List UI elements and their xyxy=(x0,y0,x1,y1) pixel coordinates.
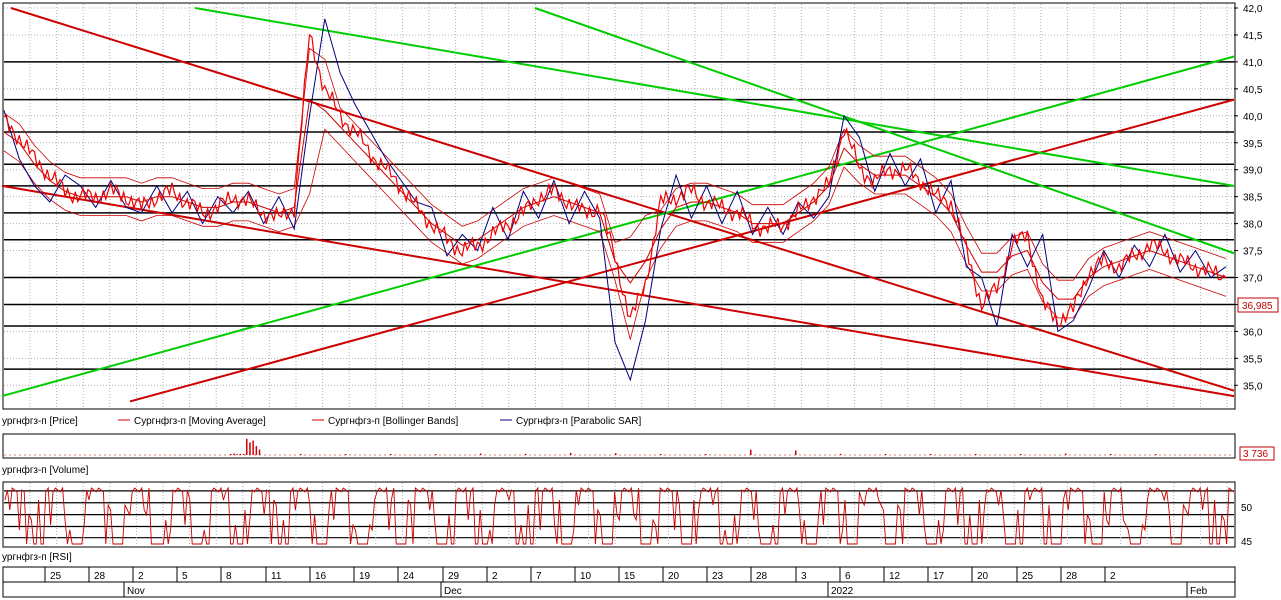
price-tick-label: 40,5 xyxy=(1243,85,1263,96)
price-tick-label: 39,0 xyxy=(1243,166,1263,177)
date-day-label: 23 xyxy=(712,571,724,582)
price-tick-label: 40,0 xyxy=(1243,112,1263,123)
price-tick-label: 39,5 xyxy=(1243,139,1263,150)
legend-parabolic-sar: Сургнфгз-п [Parabolic SAR] xyxy=(516,415,642,427)
date-day-label: 12 xyxy=(889,571,901,582)
date-day-label: 2 xyxy=(492,571,498,582)
legend-moving-average: Сургнфгз-п [Moving Average] xyxy=(134,415,266,427)
volume-bar xyxy=(258,449,261,455)
price-tick-label: 37,5 xyxy=(1243,247,1263,258)
legend-volume: ургнфгз-п [Volume] xyxy=(2,464,89,476)
price-tick-label: 35,0 xyxy=(1243,381,1263,392)
price-tick-label: 35,5 xyxy=(1243,354,1263,365)
date-day-label: 6 xyxy=(845,571,851,582)
date-month-label: Dec xyxy=(444,586,462,597)
volume-badge: 3 736 xyxy=(1239,446,1275,461)
date-day-label: 28 xyxy=(1066,571,1078,582)
date-day-label: 7 xyxy=(536,571,542,582)
price-tick-label: 36,0 xyxy=(1243,327,1263,338)
date-day-label: 28 xyxy=(756,571,768,582)
volume-bar xyxy=(570,452,572,455)
price-legend: ургнфгз-п [Price] Сургнфгз-п [Moving Ave… xyxy=(2,415,642,427)
date-day-label: 25 xyxy=(1022,571,1034,582)
price-tick-label: 37,0 xyxy=(1243,274,1263,285)
date-day-label: 11 xyxy=(271,571,282,582)
volume-bar xyxy=(236,454,238,455)
date-month-label: Nov xyxy=(127,586,145,597)
date-day-label: 15 xyxy=(624,571,636,582)
price-tick-label: 41,5 xyxy=(1243,31,1263,42)
date-day-label: 29 xyxy=(448,571,460,582)
last-price-badge: 36,985 xyxy=(1237,297,1279,313)
date-day-label: 28 xyxy=(94,571,106,582)
date-day-label: 3 xyxy=(801,571,807,582)
date-day-label: 17 xyxy=(933,571,945,582)
date-day-label: 25 xyxy=(50,571,62,582)
legend-price: ургнфгз-п [Price] xyxy=(2,415,78,427)
date-month-label: Feb xyxy=(1190,586,1208,597)
date-day-label: 2 xyxy=(138,571,144,582)
volume-bar xyxy=(246,438,248,455)
date-day-label: 16 xyxy=(315,571,327,582)
volume-bar xyxy=(255,446,258,455)
rsi-tick-45: 45 xyxy=(1241,537,1253,548)
legend-rsi: ургнфгз-п [RSI] xyxy=(2,551,72,563)
date-day-label: 2 xyxy=(1110,571,1116,582)
date-day-label: 20 xyxy=(977,571,989,582)
price-axis: 35,035,536,036,537,037,538,038,539,039,5… xyxy=(1234,4,1263,392)
volume-bar xyxy=(795,450,797,455)
volume-panel[interactable] xyxy=(2,433,1236,459)
date-day-label: 19 xyxy=(359,571,371,582)
volume-bar xyxy=(252,440,254,455)
date-day-label: 5 xyxy=(182,571,188,582)
volume-bar xyxy=(750,449,752,455)
price-tick-label: 38,0 xyxy=(1243,220,1263,231)
last-price-value: 36,985 xyxy=(1242,301,1273,312)
legend-bollinger: Сургнфгз-п [Bollinger Bands] xyxy=(328,415,459,427)
volume-value: 3 736 xyxy=(1243,449,1268,460)
date-day-label: 24 xyxy=(403,571,415,582)
rsi-tick-50: 50 xyxy=(1241,503,1253,514)
price-tick-label: 42,0 xyxy=(1243,4,1263,15)
price-tick-label: 41,0 xyxy=(1243,58,1263,69)
date-day-label: 8 xyxy=(226,571,232,582)
date-day-label: 20 xyxy=(668,571,680,582)
volume-bar xyxy=(249,442,251,455)
date-day-label: 10 xyxy=(580,571,592,582)
chart-window: 35,035,536,036,537,037,538,038,539,039,5… xyxy=(1,2,1279,598)
price-tick-label: 38,5 xyxy=(1243,193,1263,204)
date-month-label: 2022 xyxy=(831,586,854,597)
